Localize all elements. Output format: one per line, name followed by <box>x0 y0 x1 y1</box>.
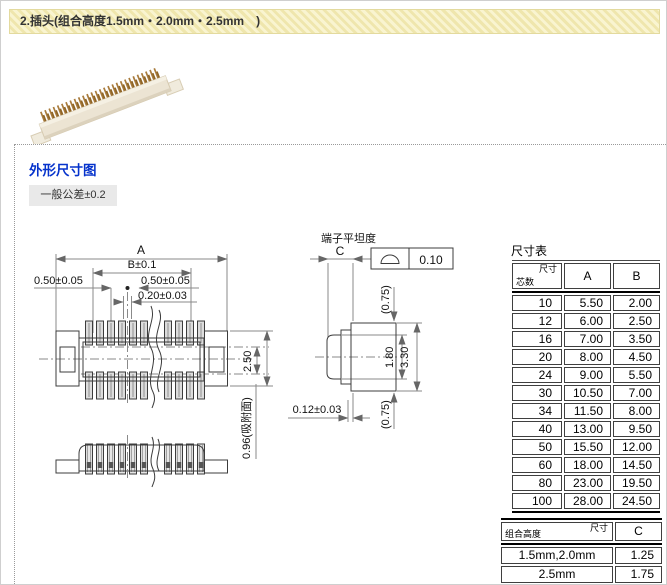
dim-a-value-cell: 15.50 <box>564 439 611 455</box>
connector-body-highlight <box>39 76 166 128</box>
dim-b-value-cell: 2.50 <box>613 313 660 329</box>
pin <box>176 444 183 474</box>
dim-b-value-cell: 2.00 <box>613 295 660 311</box>
dim-b-value-cell: 5.50 <box>613 367 660 383</box>
corner-label-pins: 芯数 <box>516 278 534 287</box>
dim-a-value-cell: 5.50 <box>564 295 611 311</box>
header-rule <box>501 543 662 545</box>
size-table-title: 尺寸表 <box>511 242 547 259</box>
dim-c-value-cell: 1.25 <box>615 547 662 564</box>
pin-count-cell: 20 <box>512 349 562 365</box>
dim-b-value-cell: 12.00 <box>613 439 660 455</box>
dim-label-180: 1.80 <box>384 347 396 368</box>
page: 2.插头(组合高度1.5mm・2.0mm・2.5mm ) 外形尺寸图 一般公差±… <box>0 0 667 585</box>
dimension-drawing: A B±0.1 0.50±0.05 0.50±0.05 0.20±0.03 2.… <box>19 229 501 529</box>
outline-section-title: 外形尺寸图 <box>29 159 97 179</box>
dim-a-value-cell: 28.00 <box>564 493 611 509</box>
pin-count-cell: 40 <box>512 421 562 437</box>
dim-a-value-cell: 7.00 <box>564 331 611 347</box>
dim-b-value-cell: 24.50 <box>613 493 660 509</box>
dim-c-value-cell: 1.75 <box>615 566 662 583</box>
dim-label-b: B±0.1 <box>128 259 157 271</box>
pin <box>97 444 104 474</box>
height-label-cell: 2.5mm <box>501 566 613 583</box>
corner-label-dim: 尺寸 <box>590 524 608 533</box>
corner-label-height: 组合高度 <box>505 530 541 539</box>
pin <box>108 444 115 474</box>
pin-count-cell: 12 <box>512 313 562 329</box>
top-view-dimensions: A B±0.1 0.50±0.05 0.50±0.05 0.20±0.03 2.… <box>34 243 273 459</box>
dim-a-value-cell: 9.00 <box>564 367 611 383</box>
break-line <box>157 439 159 471</box>
table-bottom-rule <box>512 511 660 513</box>
dim-label-c: C <box>336 244 345 258</box>
dim-label-250: 2.50 <box>242 351 254 372</box>
pin <box>187 444 194 474</box>
corner-label-dim: 尺寸 <box>539 265 557 274</box>
dim-label-050-right: 0.50±0.05 <box>141 275 190 287</box>
front-view-pins <box>86 444 205 474</box>
dim-label-012: 0.12±0.03 <box>293 404 342 416</box>
pitch-reference-dot <box>126 286 130 290</box>
height-table-corner-cell: 尺寸 组合高度 <box>501 522 613 541</box>
dim-label-a: A <box>137 243 145 257</box>
size-table: 尺寸 芯数 A B 105.502.00126.002.50167.003.50… <box>512 260 660 513</box>
dim-a-value-cell: 6.00 <box>564 313 611 329</box>
dim-b-value-cell: 4.50 <box>613 349 660 365</box>
column-header-c: C <box>615 522 662 541</box>
pin <box>165 444 172 474</box>
pin <box>130 444 137 474</box>
header-rule <box>512 291 660 293</box>
section-header-band: 2.插头(组合高度1.5mm・2.0mm・2.5mm ) <box>9 9 660 34</box>
break-line <box>148 306 154 408</box>
section-header-title: 2.插头(组合高度1.5mm・2.0mm・2.5mm ) <box>20 14 260 28</box>
connector-photo <box>11 49 191 144</box>
flatness-value: 0.10 <box>419 253 443 267</box>
pin-count-cell: 34 <box>512 403 562 419</box>
dim-a-value-cell: 8.00 <box>564 349 611 365</box>
dim-a-value-cell: 13.00 <box>564 421 611 437</box>
dim-b-value-cell: 3.50 <box>613 331 660 347</box>
top-view-pins-upper <box>86 321 205 345</box>
dim-label-050-left: 0.50±0.05 <box>34 275 83 287</box>
column-header-a: A <box>564 263 611 289</box>
pin <box>198 444 205 474</box>
break-line <box>156 310 161 392</box>
pin <box>141 444 148 474</box>
table-top-rule <box>501 518 662 520</box>
pin-count-cell: 80 <box>512 475 562 491</box>
pin-count-cell: 30 <box>512 385 562 401</box>
height-label-cell: 1.5mm,2.0mm <box>501 547 613 564</box>
dim-label-330: 3.30 <box>399 347 411 368</box>
pin-count-cell: 100 <box>512 493 562 509</box>
connector-photo-group <box>24 61 183 144</box>
pin-count-cell: 60 <box>512 457 562 473</box>
dim-a-value-cell: 23.00 <box>564 475 611 491</box>
size-table-corner-cell: 尺寸 芯数 <box>512 263 562 289</box>
pin-count-cell: 24 <box>512 367 562 383</box>
dim-label-020: 0.20±0.03 <box>138 290 187 302</box>
pin-count-cell: 50 <box>512 439 562 455</box>
pin-count-cell: 10 <box>512 295 562 311</box>
dim-b-value-cell: 19.50 <box>613 475 660 491</box>
dim-label-075-top: (0.75) <box>380 285 392 314</box>
dim-label-096: 0.96(吸附面) <box>239 397 253 459</box>
dim-b-value-cell: 7.00 <box>613 385 660 401</box>
dim-b-value-cell: 8.00 <box>613 403 660 419</box>
top-view-pins-lower <box>86 372 205 399</box>
dim-label-075-bottom: (0.75) <box>380 400 392 429</box>
table-top-rule <box>512 260 660 261</box>
flatness-title: 端子平坦度 <box>321 231 376 245</box>
pin <box>86 444 93 474</box>
dim-a-value-cell: 11.50 <box>564 403 611 419</box>
dim-b-value-cell: 9.50 <box>613 421 660 437</box>
column-header-b: B <box>613 263 660 289</box>
height-table: 尺寸 组合高度 C 1.5mm,2.0mm1.252.5mm1.75 <box>501 518 662 585</box>
tolerance-note: 一般公差±0.2 <box>29 185 117 206</box>
dim-a-value-cell: 10.50 <box>564 385 611 401</box>
pin <box>119 444 126 474</box>
dim-a-value-cell: 18.00 <box>564 457 611 473</box>
pin-count-cell: 16 <box>512 331 562 347</box>
dim-b-value-cell: 14.50 <box>613 457 660 473</box>
